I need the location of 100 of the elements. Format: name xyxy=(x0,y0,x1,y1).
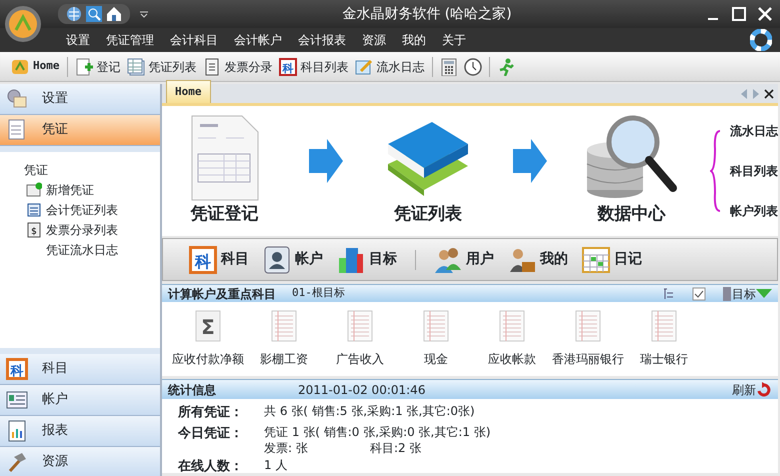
curly-brace-icon xyxy=(710,129,722,213)
sigma-icon: Σ xyxy=(195,310,221,342)
panel-title: 计算帐户及重点科目 xyxy=(168,286,276,302)
quick-link[interactable]: 流水日志 xyxy=(730,122,778,140)
tree-item[interactable]: 凭证 xyxy=(24,160,160,180)
stat-value: 共 6 张( 销售:5 张,采购:1 张,其它:0张) xyxy=(264,403,475,419)
step-label[interactable]: 凭证登记 xyxy=(190,202,259,228)
clock-icon xyxy=(464,58,482,76)
dropdown-icon[interactable] xyxy=(140,10,148,18)
module-button[interactable]: 用户 xyxy=(434,246,494,274)
report-chart-icon xyxy=(6,420,28,442)
stat-label: 所有凭证： xyxy=(178,404,244,422)
document-icon: $ xyxy=(26,222,42,238)
note-pencil-icon xyxy=(354,58,372,76)
tab[interactable]: Home xyxy=(166,80,210,103)
sidebar-section[interactable]: 凭证 xyxy=(0,115,160,146)
module-button[interactable]: 日记 xyxy=(582,246,642,274)
step-label[interactable]: 凭证列表 xyxy=(394,202,462,228)
subject-icon: 科 xyxy=(278,58,296,76)
module-button[interactable]: 帐户 xyxy=(263,246,323,274)
menu-item[interactable]: 会计报表 xyxy=(294,31,350,49)
menu-item[interactable]: 关于 xyxy=(438,31,470,49)
ledger-page-icon xyxy=(651,310,677,342)
menu-item[interactable]: 会计帐户 xyxy=(230,31,286,49)
toolbar-button[interactable]: Home xyxy=(8,58,62,76)
caret-icon xyxy=(756,288,772,298)
module-button[interactable]: 目标 xyxy=(337,246,397,274)
add-document-icon xyxy=(26,182,42,198)
arrow-icon xyxy=(512,137,547,185)
quick-link[interactable]: 帐户列表 xyxy=(730,202,778,220)
sidebar-section[interactable]: 科 科目 xyxy=(0,354,160,385)
document-icon xyxy=(202,58,220,76)
menu-item[interactable]: 我的 xyxy=(398,31,430,49)
account-item[interactable]: 影棚工资 xyxy=(246,310,322,376)
checklist-icon[interactable] xyxy=(692,286,706,300)
sidebar-section[interactable]: 报表 xyxy=(0,416,160,447)
sidebar-section[interactable]: 帐户 xyxy=(0,385,160,416)
maximize-icon[interactable] xyxy=(732,7,746,21)
stat-value: 发票: 张 xyxy=(264,440,309,456)
tree-item[interactable]: 会计凭证列表 xyxy=(46,200,118,220)
account-item[interactable]: 香港玛丽银行 xyxy=(550,310,626,376)
window-title: 金水晶财务软件 (哈哈之家) xyxy=(341,4,513,24)
home-icon[interactable] xyxy=(106,6,122,22)
menu-item[interactable]: 资源 xyxy=(358,31,390,49)
list-icon xyxy=(26,202,42,218)
add-document-icon xyxy=(74,58,92,76)
toolbar-button[interactable]: 登记 xyxy=(72,58,124,76)
users-icon xyxy=(434,246,462,274)
sidebar-section[interactable]: 设置 xyxy=(0,84,160,115)
ledger-page-icon xyxy=(271,310,297,342)
toolbar-button[interactable]: 流水日志 xyxy=(352,58,428,76)
account-item[interactable]: 广告收入 xyxy=(322,310,398,376)
stat-label: 今日凭证： xyxy=(178,424,244,442)
ledger-page-icon xyxy=(575,310,601,342)
help-lifebuoy-icon[interactable] xyxy=(750,29,772,51)
subject-icon: 科 xyxy=(189,246,217,274)
contact-card-icon xyxy=(263,246,291,274)
menu-item[interactable]: 设置 xyxy=(62,31,94,49)
panel-title: 统计信息 xyxy=(168,382,217,398)
toolbar-button[interactable]: 凭证列表 xyxy=(124,58,200,76)
account-item[interactable]: 应收帐款 xyxy=(474,310,550,376)
tree-view-icon[interactable] xyxy=(662,286,676,300)
stat-label: 在线人数： xyxy=(178,458,244,476)
table-icon xyxy=(126,58,144,76)
menu-item[interactable]: 凭证管理 xyxy=(102,31,158,49)
ledger-page-icon xyxy=(347,310,373,342)
stat-value: 1 人 xyxy=(264,456,288,472)
menu-item[interactable]: 会计科目 xyxy=(166,31,222,49)
hammer-icon xyxy=(6,451,28,473)
search-icon[interactable] xyxy=(86,6,102,22)
quick-link[interactable]: 科目列表 xyxy=(730,162,778,180)
toolbar-button[interactable]: 发票分录 xyxy=(200,58,276,76)
refresh-icon xyxy=(756,382,772,398)
contacts-card-icon xyxy=(6,389,28,411)
account-item[interactable]: 瑞士银行 xyxy=(626,310,702,376)
module-button[interactable]: 科 科目 xyxy=(189,246,249,274)
stat-value: 科目:2 张 xyxy=(370,440,422,456)
logo-icon xyxy=(11,58,29,76)
panel-subtitle: 01-根目标 xyxy=(292,285,345,302)
sidebar-section[interactable]: 资源 xyxy=(0,447,160,476)
step-label[interactable]: 数据中心 xyxy=(597,202,666,228)
globe-icon[interactable] xyxy=(66,6,82,22)
ledger-page-icon xyxy=(423,310,449,342)
buildings-icon xyxy=(337,246,365,274)
filter-dropdown[interactable]: 目标 xyxy=(722,284,772,302)
close-icon[interactable] xyxy=(764,89,774,99)
arrow-icon xyxy=(309,137,344,185)
subject-icon: 科 xyxy=(6,358,28,380)
calendar-icon xyxy=(582,246,610,274)
module-button[interactable]: 我的 xyxy=(508,246,568,274)
refresh-button[interactable]: 刷新 xyxy=(732,380,772,398)
toolbar-button[interactable]: 科 科目列表 xyxy=(276,58,352,76)
tree-item[interactable]: 发票分录列表 xyxy=(46,220,118,240)
ledger-page-icon xyxy=(499,310,525,342)
timestamp: 2011-01-02 00:01:46 xyxy=(298,382,426,398)
account-item[interactable]: Σ 应收付款净额 xyxy=(170,310,246,376)
tree-item[interactable]: 新增凭证 xyxy=(46,180,94,200)
tree-item[interactable]: 凭证流水日志 xyxy=(46,240,118,260)
calculator-icon xyxy=(440,58,458,76)
account-item[interactable]: 现金 xyxy=(398,310,474,376)
